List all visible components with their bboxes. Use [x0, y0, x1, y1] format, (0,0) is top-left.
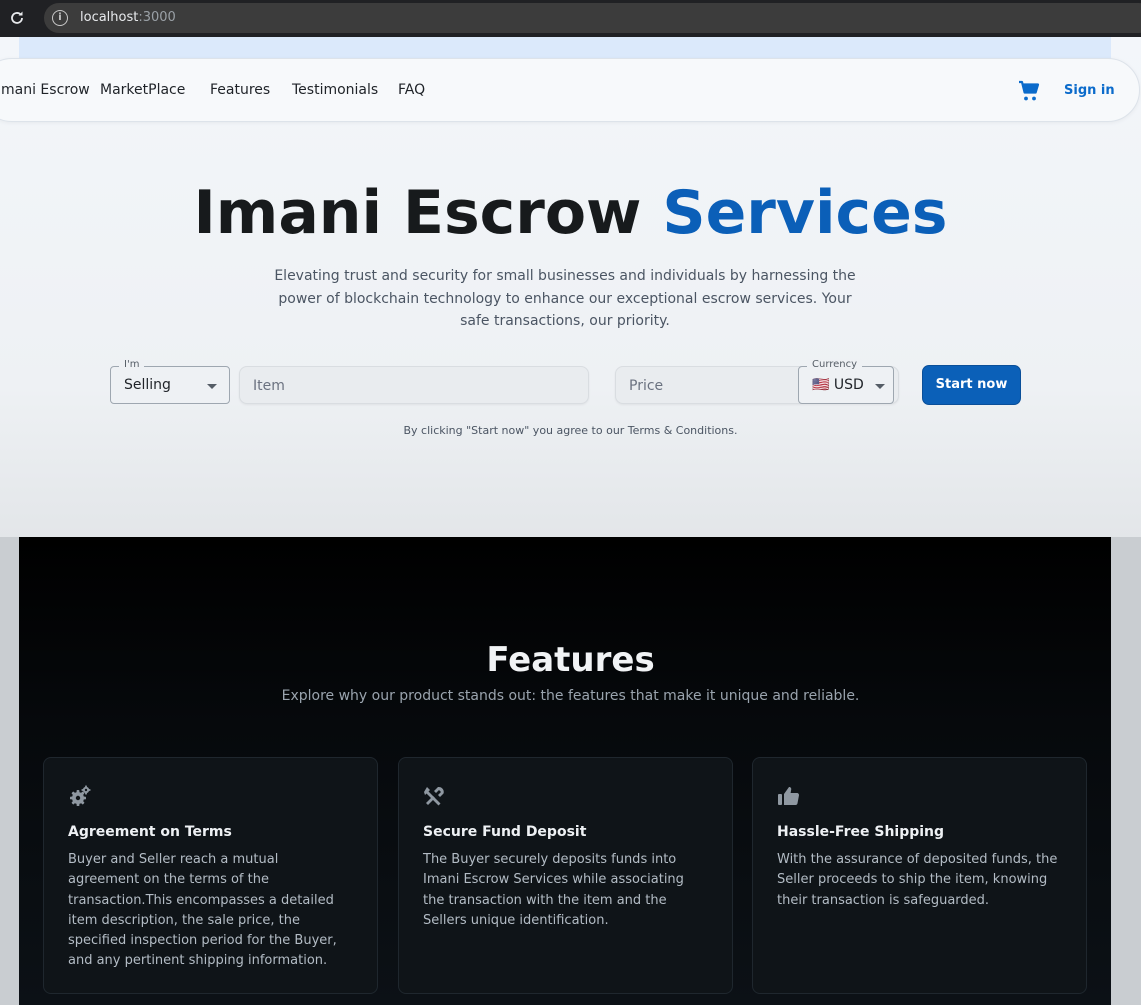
- url-port: :3000: [138, 10, 176, 25]
- chevron-down-icon: [875, 384, 885, 389]
- role-select-label: I'm: [119, 359, 145, 370]
- role-select-value: Selling: [124, 377, 171, 393]
- site-info-icon[interactable]: i: [52, 10, 68, 26]
- browser-toolbar: i localhost:3000: [0, 0, 1141, 37]
- top-banner-strip: [19, 37, 1111, 59]
- feature-card-text: The Buyer securely deposits funds into I…: [423, 852, 684, 928]
- hero-subtitle: Elevating trust and security for small b…: [274, 268, 856, 329]
- tools-icon: [424, 786, 444, 806]
- nav-item-faq[interactable]: FAQ: [398, 82, 425, 98]
- currency-select-value: 🇺🇸 USD: [812, 377, 864, 393]
- nav-item-marketplace[interactable]: MarketPlace: [100, 82, 185, 98]
- reload-icon[interactable]: [9, 10, 25, 26]
- item-input[interactable]: Item: [239, 366, 589, 404]
- feature-card-shipping: Hassle-Free Shipping With the assurance …: [752, 757, 1087, 994]
- feature-card-text: Buyer and Seller reach a mutual agreemen…: [68, 852, 337, 969]
- url-text[interactable]: localhost:3000: [80, 10, 176, 25]
- sign-in-button[interactable]: Sign in: [1064, 83, 1115, 98]
- feature-card-deposit: Secure Fund Deposit The Buyer securely d…: [398, 757, 733, 994]
- feature-card-title: Agreement on Terms: [68, 824, 232, 840]
- role-select[interactable]: I'm Selling: [110, 359, 230, 404]
- feature-card-text: With the assurance of deposited funds, t…: [777, 852, 1058, 908]
- price-input-placeholder: Price: [629, 378, 664, 394]
- features-title: Features: [486, 640, 655, 680]
- nav-item-features[interactable]: Features: [210, 82, 270, 98]
- item-input-placeholder: Item: [253, 378, 285, 394]
- currency-select-label: Currency: [807, 359, 863, 370]
- terms-notice: By clicking "Start now" you agree to our…: [403, 424, 738, 437]
- url-host: localhost: [80, 10, 139, 25]
- dark-mode-icon[interactable]: [979, 81, 999, 101]
- nav-item-testimonials[interactable]: Testimonials: [292, 82, 378, 98]
- feature-card-title: Secure Fund Deposit: [423, 824, 587, 840]
- chevron-down-icon: [207, 384, 217, 389]
- navbar: mani Escrow MarketPlace Features Testimo…: [0, 58, 1140, 122]
- nav-brand[interactable]: mani Escrow: [1, 82, 90, 98]
- features-subtitle: Explore why our product stands out: the …: [281, 688, 860, 704]
- hero-title-main: Imani Escrow: [193, 178, 642, 248]
- address-bar[interactable]: i localhost:3000: [44, 3, 1141, 33]
- thumbs-up-icon: [778, 787, 800, 806]
- currency-select[interactable]: Currency 🇺🇸 USD: [798, 359, 894, 404]
- hero-title-accent: Services: [662, 178, 948, 248]
- start-now-button[interactable]: Start now: [922, 365, 1021, 405]
- gears-icon: [70, 785, 91, 806]
- feature-card-agreement: Agreement on Terms Buyer and Seller reac…: [43, 757, 378, 994]
- feature-card-title: Hassle-Free Shipping: [777, 824, 945, 840]
- hero-title: Imani Escrow Services: [0, 178, 1141, 248]
- cart-icon[interactable]: [1017, 79, 1041, 103]
